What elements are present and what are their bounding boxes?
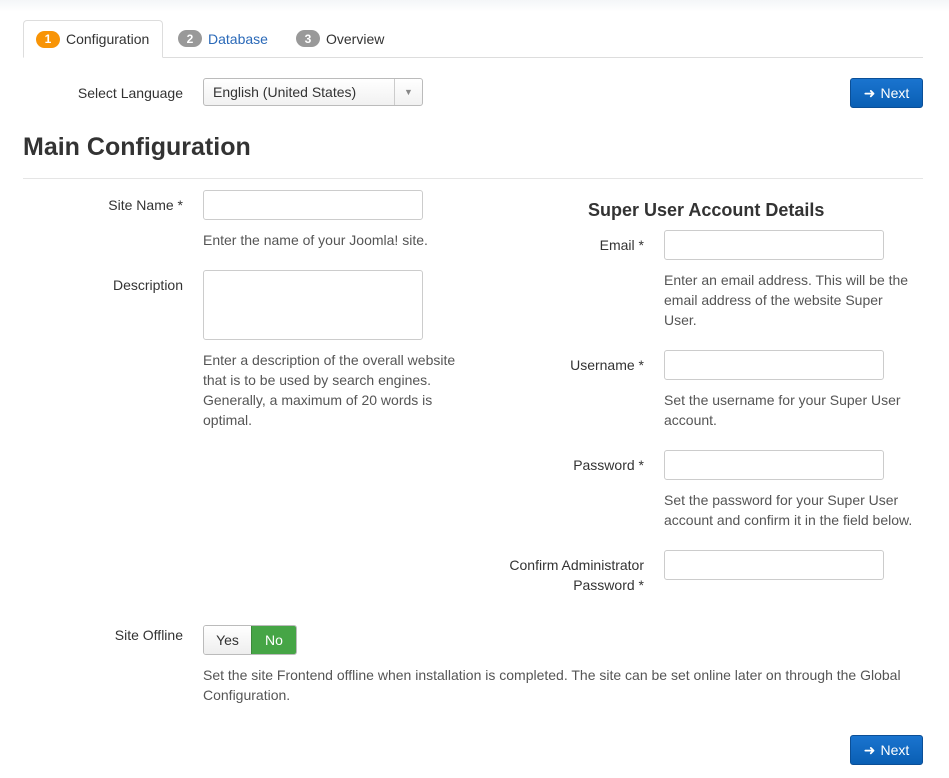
tab-label: Database [208,30,268,47]
arrow-right-icon: ➜ [863,85,876,101]
next-button-label: Next [880,742,910,758]
help-line: that is to be used by search engines. [203,372,432,388]
confirm-password-label: Confirm Administrator Password * [470,555,644,595]
help-line: User. [664,312,697,328]
help-line: account and confirm it in the field belo… [664,512,913,528]
top-band [0,0,949,12]
username-input[interactable] [664,350,884,380]
super-user-title: Super User Account Details [588,200,825,220]
site-offline-help: Set the site Frontend offline when insta… [203,665,933,705]
step-badge-3: 3 [296,30,320,47]
email-input[interactable] [664,230,884,260]
site-name-help: Enter the name of your Joomla! site. [203,232,428,248]
site-offline-label: Site Offline [114,627,183,643]
help-line: Set the password for your Super User [664,492,899,508]
next-button-top[interactable]: ➜ Next [850,78,923,108]
help-line: Set the site Frontend offline when insta… [203,667,901,683]
tab-overview[interactable]: 3 Overview [284,20,399,57]
description-label: Description [112,277,183,293]
site-offline-toggle: Yes No [203,625,297,655]
site-offline-yes-button[interactable]: Yes [204,626,251,654]
password-label: Password * [573,457,644,473]
divider [23,178,923,179]
email-help: Enter an email address. This will be the… [664,270,934,330]
site-name-label: Site Name * [108,197,183,213]
next-button-bottom[interactable]: ➜ Next [850,735,923,765]
page-title: Main Configuration [23,133,251,161]
confirm-password-input[interactable] [664,550,884,580]
step-badge-1: 1 [36,30,60,48]
label-line: Confirm Administrator [509,557,644,573]
language-select[interactable]: English (United States) ▼ [203,78,423,106]
step-badge-2: 2 [178,30,202,47]
chevron-down-icon: ▼ [394,79,422,105]
help-line: email address of the website Super [664,292,883,308]
username-label: Username * [570,357,644,373]
email-label: Email * [599,237,644,253]
help-line: Enter an email address. This will be the [664,272,909,288]
language-select-value: English (United States) [213,84,357,100]
help-line: optimal. [203,412,253,428]
site-name-input[interactable] [203,190,423,220]
description-help: Enter a description of the overall websi… [203,350,473,430]
help-line: Enter a description of the overall websi… [203,352,456,368]
tab-database[interactable]: 2 Database [166,20,281,57]
arrow-right-icon: ➜ [863,742,876,758]
description-textarea[interactable] [203,270,423,340]
help-line: account. [664,412,717,428]
password-help: Set the password for your Super User acc… [664,490,944,530]
label-line: Password * [573,577,644,593]
tab-label: Overview [326,30,385,47]
help-line: Set the username for your Super User [664,392,901,408]
tab-configuration[interactable]: 1 Configuration [23,20,163,58]
help-line: Generally, a maximum of 20 words is [203,392,433,408]
select-language-label: Select Language [77,85,183,101]
username-help: Set the username for your Super User acc… [664,390,934,430]
help-line: Configuration. [203,687,291,703]
next-button-label: Next [880,85,910,101]
tab-label: Configuration [66,31,150,47]
install-steps-tabs: 1 Configuration 2 Database 3 Overview [23,20,923,58]
password-input[interactable] [664,450,884,480]
site-offline-no-button[interactable]: No [251,626,296,654]
